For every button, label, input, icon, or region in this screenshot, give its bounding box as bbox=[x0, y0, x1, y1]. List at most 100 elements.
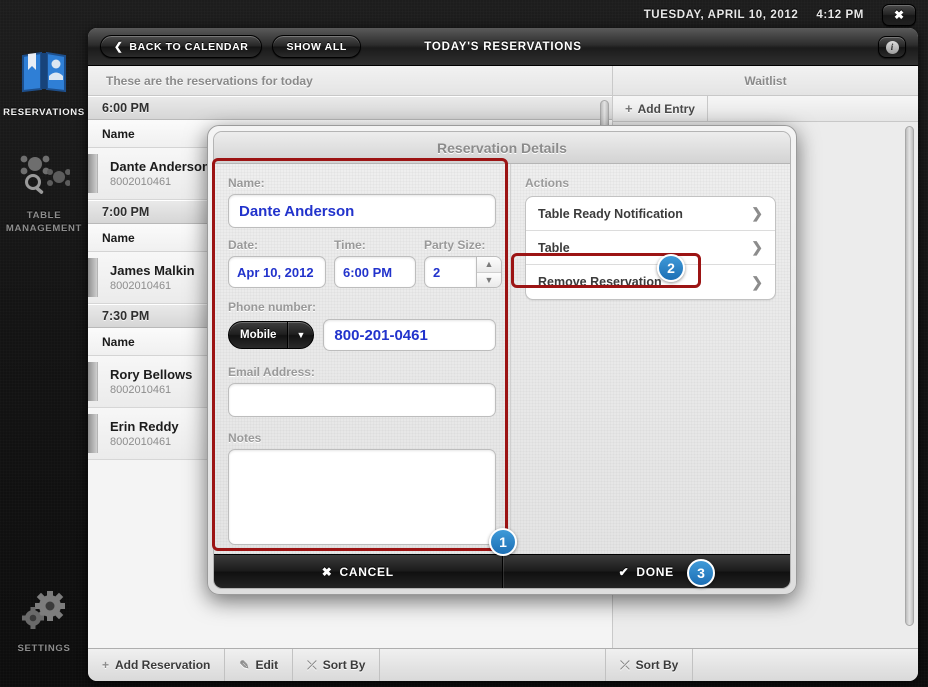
time-label: Time: bbox=[334, 238, 366, 252]
name-value: Dante Anderson bbox=[239, 202, 355, 220]
add-entry-label: Add Entry bbox=[637, 101, 695, 116]
party-size-input[interactable]: 2 bbox=[424, 256, 476, 288]
reservations-subheader: These are the reservations for today bbox=[88, 66, 612, 96]
time-input[interactable]: 6:00 PM bbox=[334, 256, 416, 288]
chevron-right-icon: ❯ bbox=[751, 239, 763, 255]
actions-title: Actions bbox=[525, 176, 570, 190]
sidebar-item-label: SETTINGS bbox=[17, 643, 71, 654]
action-label: Table Ready Notification bbox=[538, 206, 683, 221]
close-icon[interactable]: ✖ bbox=[882, 4, 916, 26]
done-label: DONE bbox=[636, 564, 674, 579]
sidebar-item-label: RESERVATIONS bbox=[3, 107, 85, 118]
sort-icon: ⤫ bbox=[307, 657, 317, 672]
chevron-down-icon: ▼ bbox=[287, 322, 313, 348]
reservation-form: Name: Dante Anderson Date: Apr 10, 2012 … bbox=[214, 164, 510, 554]
annotation-badge-3: 3 bbox=[687, 559, 715, 587]
party-size-value: 2 bbox=[433, 264, 441, 280]
phone-row: Mobile ▼ 800-201-0461 bbox=[228, 319, 496, 351]
show-all-button[interactable]: SHOW ALL bbox=[272, 35, 361, 58]
annotation-badge-1: 1 bbox=[489, 528, 517, 556]
back-to-calendar-label: BACK TO CALENDAR bbox=[129, 40, 249, 53]
reservation-name: James Malkin bbox=[110, 263, 195, 278]
name-input[interactable]: Dante Anderson bbox=[228, 194, 496, 228]
badge-number: 2 bbox=[667, 260, 675, 276]
info-glyph: i bbox=[885, 40, 899, 54]
reservation-phone: 8002010461 bbox=[110, 280, 172, 292]
reservation-name: Erin Reddy bbox=[110, 419, 179, 434]
bottom-toolbar: + Add Reservation ✎ Edit ⤫ Sort By ⤫ Sor… bbox=[88, 648, 918, 681]
add-reservation-label: Add Reservation bbox=[115, 658, 211, 672]
waitlist-header: Waitlist bbox=[613, 66, 918, 96]
done-button[interactable]: ✔ DONE bbox=[503, 555, 791, 588]
notes-textarea[interactable] bbox=[228, 449, 496, 545]
sidebar-item-label: TABLE MANAGEMENT bbox=[5, 210, 83, 234]
chevron-right-icon: ❯ bbox=[751, 273, 763, 290]
reservation-name: Rory Bellows bbox=[110, 367, 193, 382]
sidebar: RESERVATIONS TABLE MANAGEMENT SETTINGS bbox=[0, 30, 88, 687]
email-input[interactable] bbox=[228, 383, 496, 417]
gears-icon bbox=[22, 591, 65, 629]
action-table-ready-notification[interactable]: Table Ready Notification ❯ bbox=[526, 197, 775, 231]
back-to-calendar-button[interactable]: ❮ BACK TO CALENDAR bbox=[100, 35, 263, 58]
waitlist-sort-by-button[interactable]: ⤫ Sort By bbox=[606, 649, 694, 681]
sort-by-button[interactable]: ⤫ Sort By bbox=[293, 649, 381, 681]
edit-label: Edit bbox=[255, 658, 279, 672]
drag-handle-icon[interactable] bbox=[88, 154, 98, 193]
stepper-up-icon[interactable]: ▲ bbox=[477, 257, 501, 273]
reservation-phone: 8002010461 bbox=[110, 176, 172, 188]
reservation-phone: 8002010461 bbox=[110, 436, 172, 448]
add-entry-button[interactable]: + Add Entry bbox=[613, 96, 708, 121]
time-group-header: 6:00 PM bbox=[88, 96, 612, 120]
dialog-content: Name: Dante Anderson Date: Apr 10, 2012 … bbox=[214, 164, 790, 554]
phone-type-value: Mobile bbox=[240, 329, 277, 341]
tables-search-icon bbox=[18, 153, 71, 202]
plus-icon: + bbox=[625, 101, 633, 116]
action-label: Remove Reservation bbox=[538, 275, 662, 289]
add-reservation-button[interactable]: + Add Reservation bbox=[88, 649, 226, 681]
status-bar: TUESDAY, APRIL 10, 2012 4:12 PM ✖ bbox=[0, 0, 928, 30]
sidebar-item-reservations[interactable]: RESERVATIONS bbox=[0, 44, 88, 125]
info-icon[interactable]: i bbox=[878, 36, 906, 58]
actions-panel: Actions Table Ready Notification ❯ Table… bbox=[510, 164, 790, 554]
phone-input[interactable]: 800-201-0461 bbox=[323, 319, 496, 351]
party-size-label: Party Size: bbox=[424, 238, 486, 252]
sort-icon: ⤫ bbox=[620, 657, 630, 672]
check-icon: ✔ bbox=[618, 564, 630, 579]
action-table[interactable]: Table ❯ bbox=[526, 231, 775, 265]
show-all-label: SHOW ALL bbox=[286, 40, 347, 53]
action-remove-reservation[interactable]: Remove Reservation ❯ bbox=[526, 265, 775, 299]
date-input[interactable]: Apr 10, 2012 bbox=[228, 256, 326, 288]
date-value: Apr 10, 2012 bbox=[237, 264, 314, 280]
close-glyph: ✖ bbox=[893, 8, 905, 22]
actions-list: Table Ready Notification ❯ Table ❯ Remov… bbox=[525, 196, 776, 300]
sidebar-item-settings[interactable]: SETTINGS bbox=[0, 585, 88, 661]
reservation-phone: 8002010461 bbox=[110, 384, 172, 396]
toolbar-spacer bbox=[380, 649, 607, 681]
name-label: Name: bbox=[228, 176, 265, 190]
party-size-stepper[interactable]: 2 ▲ ▼ bbox=[424, 256, 504, 288]
stepper-down-icon[interactable]: ▼ bbox=[477, 272, 501, 287]
annotation-badge-2: 2 bbox=[657, 254, 685, 282]
drag-handle-icon[interactable] bbox=[88, 362, 98, 401]
chevron-left-icon: ❮ bbox=[114, 40, 124, 53]
notes-label: Notes bbox=[228, 431, 262, 445]
stepper-buttons[interactable]: ▲ ▼ bbox=[476, 256, 502, 288]
drag-handle-icon[interactable] bbox=[88, 258, 98, 297]
status-time: 4:12 PM bbox=[816, 9, 864, 21]
chevron-right-icon: ❯ bbox=[751, 205, 763, 221]
drag-handle-icon[interactable] bbox=[88, 414, 98, 453]
date-time-party-row: Date: Apr 10, 2012 Time: 6:00 PM Party S… bbox=[228, 238, 502, 288]
waitlist-scrollbar[interactable] bbox=[905, 126, 914, 626]
status-date: TUESDAY, APRIL 10, 2012 bbox=[643, 9, 799, 21]
reservation-name: Dante Anderson bbox=[110, 159, 210, 174]
sidebar-item-table-management[interactable]: TABLE MANAGEMENT bbox=[0, 147, 88, 241]
cancel-button[interactable]: ✖ CANCEL bbox=[214, 555, 502, 588]
badge-number: 1 bbox=[499, 534, 507, 550]
waitlist-sort-by-label: Sort By bbox=[635, 658, 679, 672]
waitlist-toolbar: + Add Entry bbox=[613, 96, 918, 122]
phone-type-select[interactable]: Mobile ▼ bbox=[228, 321, 315, 349]
cancel-icon: ✖ bbox=[321, 564, 333, 579]
phone-value: 800-201-0461 bbox=[334, 326, 428, 344]
edit-button[interactable]: ✎ Edit bbox=[225, 649, 294, 681]
dialog-title: Reservation Details bbox=[214, 132, 790, 164]
